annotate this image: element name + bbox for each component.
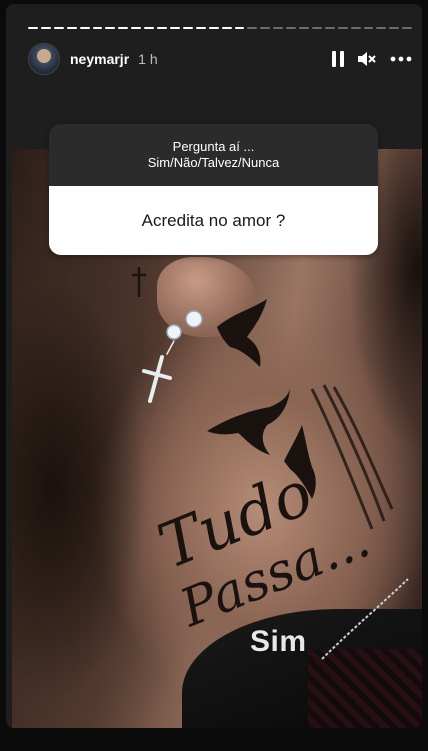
question-sticker[interactable]: Pergunta aí ... Sim/Não/Talvez/Nunca Acr… [49,124,378,255]
question-text: Acredita no amor ? [49,186,378,255]
story-progress-bar [28,27,413,30]
progress-segment [324,27,335,29]
progress-segment [260,27,271,29]
timestamp: 1 h [138,51,158,67]
header-controls [332,51,412,67]
progress-segment [234,27,245,29]
progress-segment [299,27,309,29]
progress-segment [311,27,322,29]
neck-line-tattoo [310,384,394,530]
progress-segment [79,27,90,29]
progress-segment [28,27,38,29]
small-cross-tattoo [132,267,146,297]
cross-earring [142,340,175,403]
progress-segment [53,27,64,29]
answer-text: Sim [250,625,307,658]
profile-avatar[interactable] [28,43,60,75]
progress-segment [40,27,51,29]
progress-segment [144,27,155,29]
progress-segment [105,27,116,29]
progress-segment [402,27,413,29]
username[interactable]: neymarjr [70,51,129,67]
progress-segment [286,27,297,29]
question-sticker-header: Pergunta aí ... Sim/Não/Talvez/Nunca [49,124,378,186]
progress-segment [92,27,103,29]
progress-segment [337,27,348,29]
progress-segment [118,27,129,29]
progress-segment [131,27,142,29]
question-prompt-line1: Pergunta aí ... [172,139,255,154]
progress-segment [66,27,77,29]
progress-segment [376,27,387,29]
question-prompt-line2: Sim/Não/Talvez/Nunca [147,155,280,170]
earring-studs [166,310,203,340]
story-viewer[interactable]: Tudo Passa... neymarjr 1 h [6,4,422,728]
progress-segment [273,27,284,29]
progress-segment [182,27,193,29]
progress-segment [157,27,167,29]
progress-segment [389,27,400,29]
script-tattoo: Tudo Passa... [148,456,378,640]
more-horizontal-icon[interactable] [390,56,412,62]
progress-segment [363,27,374,29]
story-header: neymarjr 1 h [28,43,412,75]
progress-segment [247,27,258,29]
pause-icon[interactable] [332,51,344,67]
speaker-muted-icon[interactable] [358,51,376,67]
progress-segment [350,27,361,29]
progress-segment [169,27,180,29]
progress-segment [221,27,232,29]
necklace [321,578,409,660]
progress-segment [208,27,219,29]
progress-segment [195,27,206,29]
